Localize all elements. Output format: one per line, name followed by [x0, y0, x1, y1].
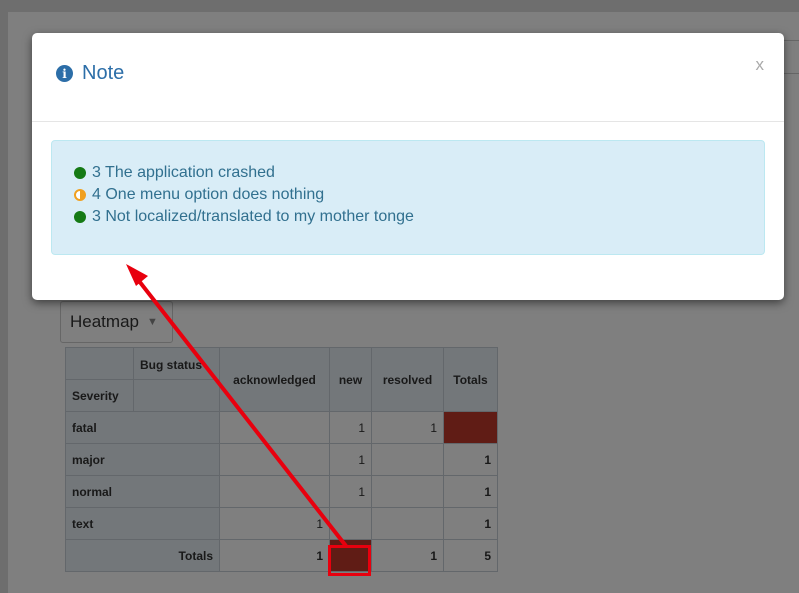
arrow-shaft — [130, 270, 348, 548]
arrow-head — [126, 264, 148, 286]
annotation-arrow — [126, 264, 348, 548]
